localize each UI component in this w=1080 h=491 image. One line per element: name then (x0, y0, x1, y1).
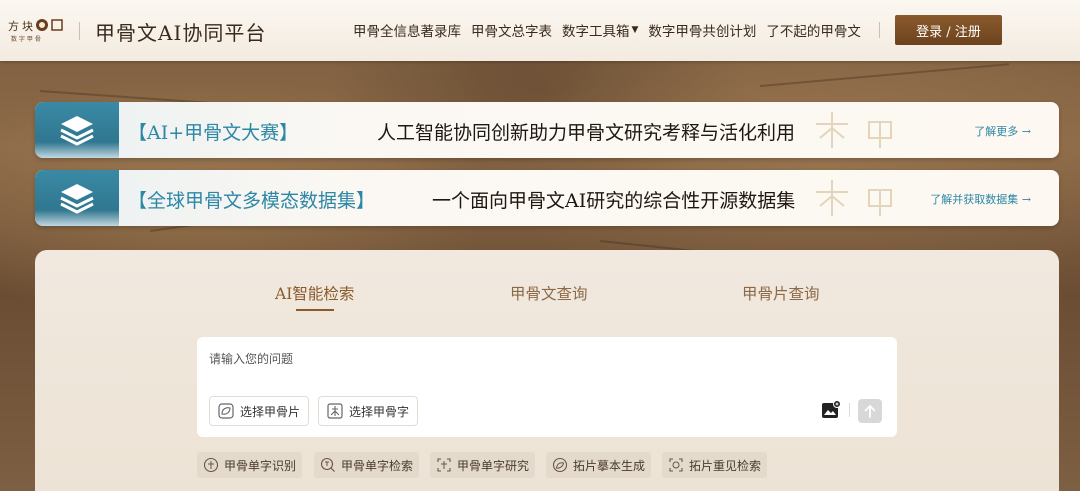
select-character-button[interactable]: 选择甲骨字 (318, 396, 419, 426)
search-box: 选择甲骨片 选择甲骨字 (197, 337, 897, 437)
svg-text:数 字 甲 骨: 数 字 甲 骨 (11, 35, 41, 43)
nav-divider (879, 22, 880, 38)
oracle-glyph-decoration-icon (868, 121, 892, 148)
oracle-glyph-decoration-icon (816, 112, 848, 148)
tool-rubbing-generation[interactable]: 拓片摹本生成 (546, 452, 652, 478)
tool-rubbing-search[interactable]: 拓片重见检索 (662, 452, 768, 478)
search-character-icon (320, 457, 335, 472)
arrow-up-icon (864, 404, 876, 418)
send-button[interactable] (858, 399, 882, 423)
logo-divider (79, 22, 80, 40)
rubbing-search-icon (669, 458, 683, 472)
layers-icon (60, 184, 94, 214)
tab-fragment-query[interactable]: 甲骨片查询 (742, 282, 820, 304)
top-header: 方 块 数 字 甲 骨 甲骨文AI协同平台 甲骨全信息著录库 甲骨文总字表 数字… (0, 0, 1080, 61)
get-dataset-link[interactable]: 了解并获取数据集 → (930, 191, 1031, 207)
tab-ai-search[interactable]: AI智能检索 (275, 282, 354, 304)
tab-character-query[interactable]: 甲骨文查询 (510, 282, 588, 304)
oracle-glyph-decoration-icon (868, 189, 892, 216)
research-icon (437, 458, 451, 472)
banner-contest[interactable]: 【AI+甲骨文大赛】 人工智能协同创新助力甲骨文研究考释与活化利用 了解更多 → (35, 102, 1059, 158)
nav-item-character-table[interactable]: 甲骨文总字表 (471, 20, 552, 40)
svg-text:块: 块 (22, 20, 33, 33)
nav-item-amazing-oracle[interactable]: 了不起的甲骨文 (766, 20, 861, 40)
nav-item-catalog[interactable]: 甲骨全信息著录库 (353, 20, 461, 40)
rubbing-generate-icon (552, 457, 568, 473)
caret-down-icon: ▼ (631, 25, 639, 35)
tool-character-recognition[interactable]: 甲骨单字识别 (197, 452, 303, 478)
layers-icon (60, 116, 94, 146)
active-tab-indicator (296, 309, 334, 311)
banner-tag: 【AI+甲骨文大赛】 (128, 122, 299, 144)
banner-icon-box (35, 102, 119, 158)
recognize-icon (203, 457, 219, 473)
banner-text: 人工智能协同创新助力甲骨文研究考释与活化利用 (377, 122, 796, 144)
banner-tag: 【全球甲骨文多模态数据集】 (128, 190, 376, 212)
banner-icon-box (35, 170, 119, 226)
nav-item-toolbox[interactable]: 数字工具箱 ▼ (562, 20, 638, 40)
bone-fragment-icon (218, 403, 234, 419)
select-fragment-button[interactable]: 选择甲骨片 (209, 396, 310, 426)
banner-text: 一个面向甲骨文AI研究的综合性开源数据集 (432, 190, 796, 212)
tool-character-research[interactable]: 甲骨单字研究 (430, 452, 536, 478)
login-register-button[interactable]: 登录 / 注册 (895, 15, 1002, 45)
send-divider (849, 403, 850, 417)
nav-item-co-creation[interactable]: 数字甲骨共创计划 (648, 20, 756, 40)
svg-text:方: 方 (8, 19, 19, 33)
tool-character-search[interactable]: 甲骨单字检索 (314, 452, 420, 478)
logo-icon[interactable]: 方 块 数 字 甲 骨 (8, 17, 68, 43)
question-input[interactable] (209, 349, 809, 369)
main-nav: 甲骨全信息著录库 甲骨文总字表 数字工具箱 ▼ 数字甲骨共创计划 了不起的甲骨文 (353, 20, 871, 40)
image-upload-icon[interactable] (821, 400, 841, 420)
site-title[interactable]: 甲骨文AI协同平台 (95, 17, 266, 46)
oracle-character-icon (327, 403, 343, 419)
learn-more-link[interactable]: 了解更多 → (974, 123, 1031, 139)
oracle-glyph-decoration-icon (816, 180, 848, 216)
banner-dataset[interactable]: 【全球甲骨文多模态数据集】 一个面向甲骨文AI研究的综合性开源数据集 了解并获取… (35, 170, 1059, 226)
